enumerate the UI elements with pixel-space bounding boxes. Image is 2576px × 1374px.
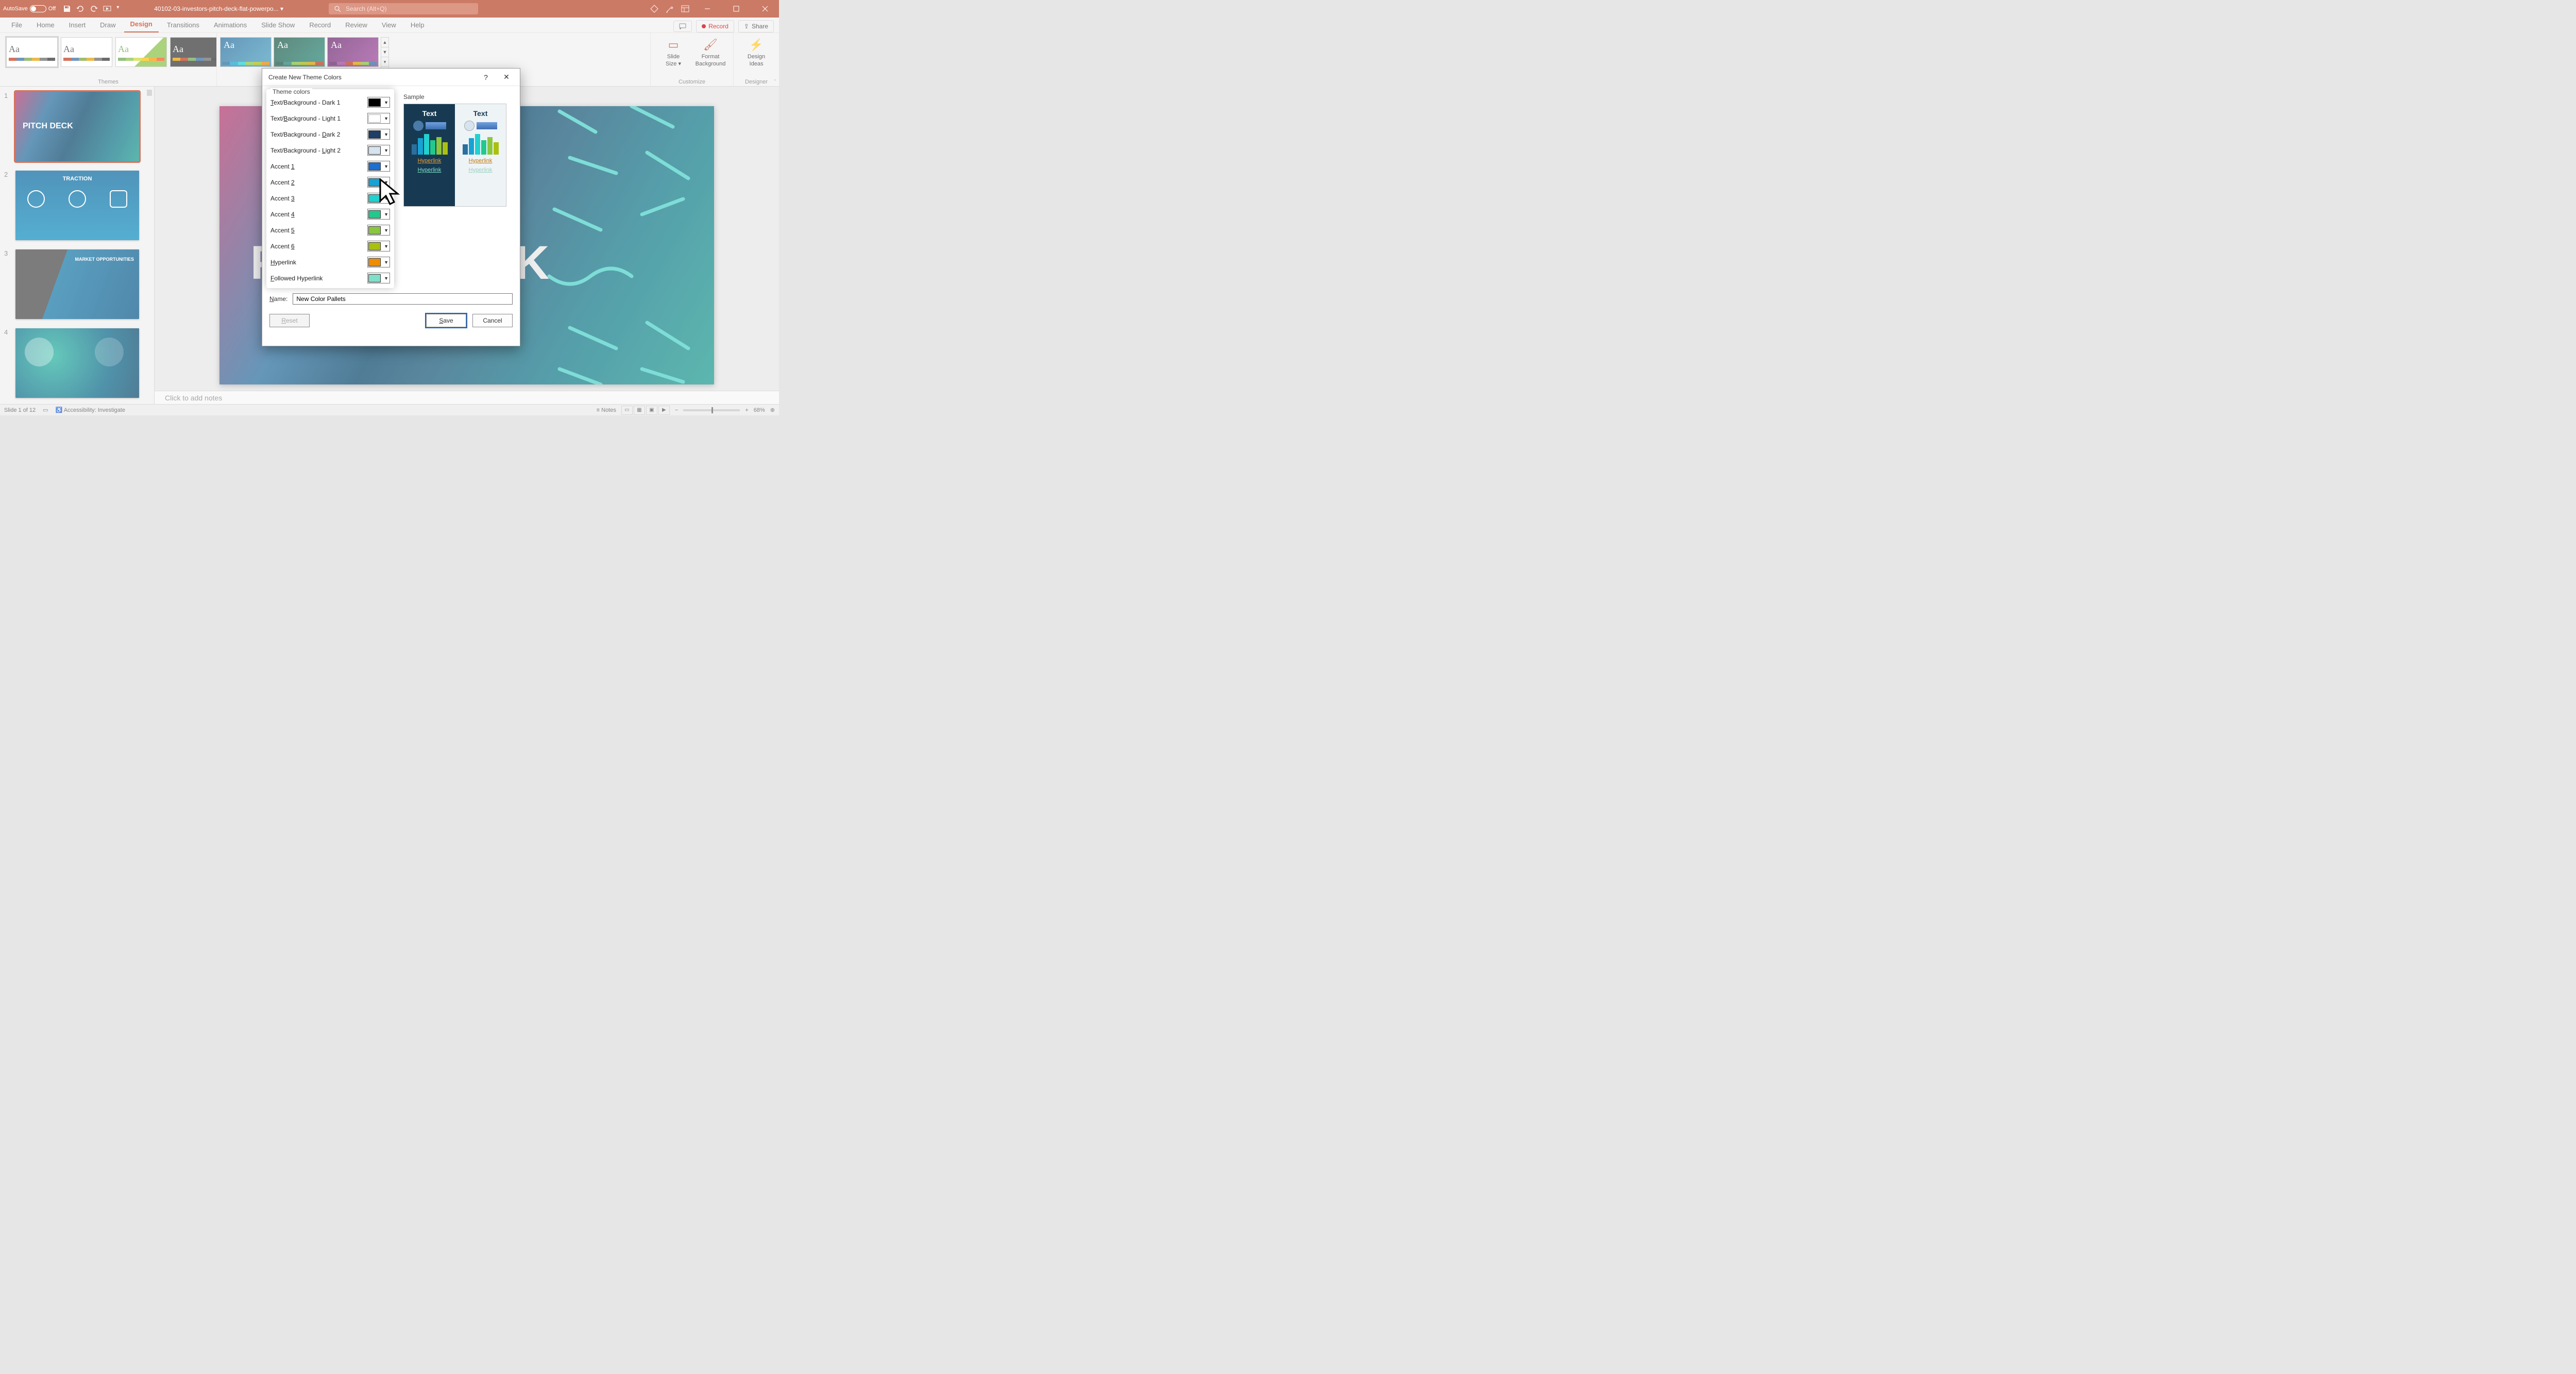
theme-color-label: Text/Background - Light 1 [270, 115, 341, 122]
sample-group: Sample Text Hyperlink Hyperlink Text Hyp… [403, 89, 512, 288]
theme-color-row: Hyperlink ▼ [270, 254, 390, 270]
theme-color-picker[interactable]: ▼ [367, 97, 390, 108]
theme-color-label: Followed Hyperlink [270, 275, 323, 282]
theme-color-row: Accent 2 ▼ [270, 174, 390, 190]
save-button[interactable]: Save [426, 314, 466, 327]
theme-color-label: Accent 6 [270, 243, 295, 250]
theme-color-row: Accent 3 ▼ [270, 190, 390, 206]
theme-color-row: Text/Background - Light 2 ▼ [270, 142, 390, 158]
theme-color-picker[interactable]: ▼ [367, 193, 390, 204]
dialog-title: Create New Theme Colors [268, 74, 342, 81]
theme-color-picker[interactable]: ▼ [367, 177, 390, 188]
theme-color-label: Text/Background - Dark 1 [270, 99, 340, 106]
theme-color-label: Accent 5 [270, 227, 295, 234]
theme-color-label: Text/Background - Dark 2 [270, 131, 340, 138]
theme-colors-legend: Theme colors [270, 88, 312, 95]
theme-color-row: Text/Background - Light 1 ▼ [270, 110, 390, 126]
theme-color-picker[interactable]: ▼ [367, 273, 390, 283]
reset-button[interactable]: Reset [269, 314, 310, 327]
theme-color-picker[interactable]: ▼ [367, 225, 390, 236]
sample-preview: Text Hyperlink Hyperlink Text Hyperlink … [403, 104, 506, 207]
theme-color-picker[interactable]: ▼ [367, 257, 390, 267]
theme-name-input[interactable] [293, 293, 513, 305]
theme-color-row: Followed Hyperlink ▼ [270, 270, 390, 286]
theme-color-row: Accent 4 ▼ [270, 206, 390, 222]
theme-color-row: Text/Background - Dark 2 ▼ [270, 126, 390, 142]
theme-color-picker[interactable]: ▼ [367, 129, 390, 140]
theme-color-row: Accent 1 ▼ [270, 158, 390, 174]
theme-color-label: Hyperlink [270, 259, 296, 266]
theme-color-label: Accent 1 [270, 163, 295, 170]
cancel-button[interactable]: Cancel [472, 314, 513, 327]
theme-color-picker[interactable]: ▼ [367, 145, 390, 156]
theme-color-label: Accent 3 [270, 195, 295, 202]
create-theme-colors-dialog: Create New Theme Colors ? ✕ Theme colors… [262, 68, 520, 346]
theme-color-picker[interactable]: ▼ [367, 241, 390, 252]
theme-color-row: Text/Background - Dark 1 ▼ [270, 94, 390, 110]
theme-color-picker[interactable]: ▼ [367, 161, 390, 172]
theme-color-row: Accent 6 ▼ [270, 238, 390, 254]
dialog-titlebar: Create New Theme Colors ? ✕ [262, 69, 520, 86]
theme-color-label: Accent 2 [270, 179, 295, 186]
theme-color-label: Accent 4 [270, 211, 295, 218]
dialog-close-button[interactable]: ✕ [498, 71, 515, 83]
theme-color-picker[interactable]: ▼ [367, 113, 390, 124]
sample-legend: Sample [403, 93, 512, 100]
theme-color-picker[interactable]: ▼ [367, 209, 390, 220]
dialog-help-button[interactable]: ? [478, 71, 494, 83]
theme-color-label: Text/Background - Light 2 [270, 147, 341, 154]
theme-color-row: Accent 5 ▼ [270, 222, 390, 238]
theme-colors-group: Theme colors Text/Background - Dark 1▼Te… [266, 89, 394, 288]
name-label: Name: [269, 295, 287, 303]
